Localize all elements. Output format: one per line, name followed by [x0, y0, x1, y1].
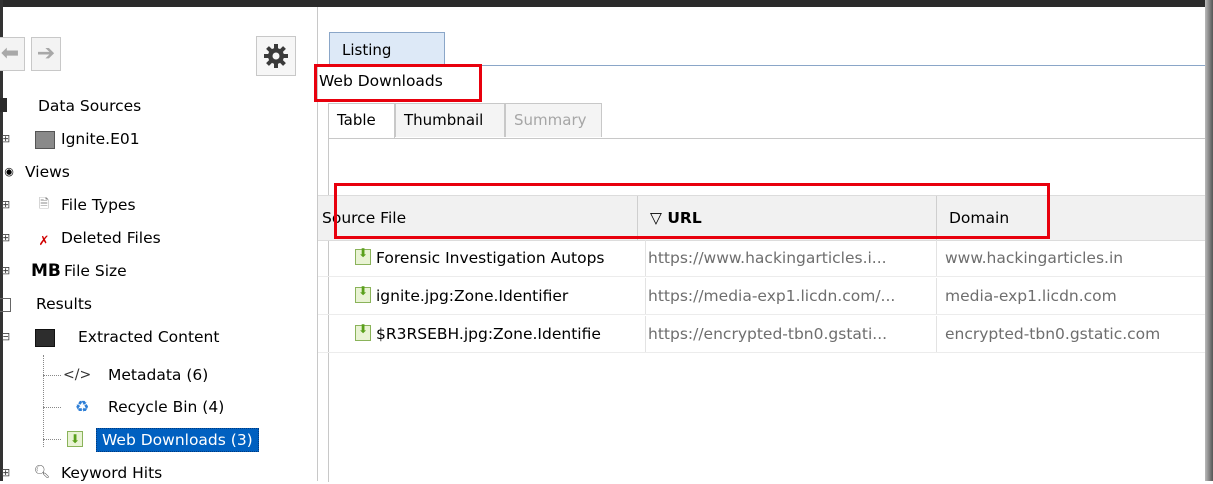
- download-icon: [67, 428, 83, 450]
- cell-url: https://www.hackingarticles.i...: [646, 240, 937, 276]
- highlight-box-title: [314, 64, 482, 102]
- cell-source-file: $R3RSEBH.jpg:Zone.Identifie: [376, 316, 646, 352]
- cell-source-file: ignite.jpg:Zone.Identifier: [376, 278, 646, 314]
- cell-source-file: Forensic Investigation Autops: [376, 240, 646, 276]
- tree-node-ignite-e01[interactable]: ⊞ Ignite.E01: [1, 128, 303, 150]
- back-arrow-icon: ⬅: [0, 41, 20, 66]
- file-size-icon: MB: [31, 261, 61, 281]
- tree-label: Recycle Bin (4): [108, 398, 225, 416]
- download-icon: [355, 284, 371, 303]
- tab-listing-label: Listing: [342, 41, 392, 59]
- tree-node-web-downloads[interactable]: Web Downloads (3): [3, 428, 303, 452]
- table-row[interactable]: ignite.jpg:Zone.Identifier https://media…: [318, 278, 1205, 315]
- tree-node-deleted-files[interactable]: ⊞ ✗ Deleted Files: [1, 227, 303, 249]
- tree-label: Results: [36, 295, 92, 313]
- tree-label: Metadata (6): [108, 366, 209, 384]
- tab-listing[interactable]: Listing: [329, 32, 445, 66]
- tree-node-results[interactable]: Results: [0, 293, 303, 315]
- tree-label: File Types: [61, 196, 136, 214]
- tree-label: Deleted Files: [61, 229, 161, 247]
- cell-domain: www.hackingarticles.in: [945, 249, 1124, 267]
- tree-node-file-types[interactable]: ⊞ 🗎 File Types: [1, 194, 303, 216]
- forward-button[interactable]: ➔: [31, 37, 61, 71]
- cell-domain: encrypted-tbn0.gstatic.com: [945, 325, 1161, 343]
- cell-domain: media-exp1.licdn.com: [945, 287, 1117, 305]
- tree-label-selected: Web Downloads (3): [96, 428, 259, 452]
- search-icon: 🔍︎: [33, 465, 51, 480]
- tree-node-metadata[interactable]: </> Metadata (6): [3, 364, 303, 386]
- navigation-panel: ⬅ ➔ Data Sources ⊞ Ignite.E01 ◉ Views ⊞ …: [0, 7, 318, 482]
- settings-button[interactable]: [256, 36, 296, 76]
- tab-table[interactable]: Table: [328, 103, 395, 139]
- code-tags-icon: </>: [63, 367, 92, 383]
- collapse-icon[interactable]: ⊟: [1, 326, 10, 348]
- expand-icon[interactable]: ⊞: [1, 128, 10, 150]
- deleted-files-icon: ✗: [38, 234, 50, 249]
- tree-label: Views: [25, 163, 70, 181]
- table-row[interactable]: $R3RSEBH.jpg:Zone.Identifie https://encr…: [318, 316, 1205, 353]
- extracted-content-icon: [35, 329, 55, 347]
- tree-label: Extracted Content: [78, 328, 220, 346]
- cell-url: https://encrypted-tbn0.gstati...: [646, 316, 937, 352]
- tree-node-file-size[interactable]: ⊞ MB File Size: [1, 260, 303, 282]
- back-button[interactable]: ⬅: [0, 37, 25, 71]
- file-types-icon: 🗎: [38, 197, 50, 212]
- window-top-edge: [0, 0, 1213, 7]
- recycle-bin-icon: ♻: [74, 397, 90, 416]
- tab-label: Thumbnail: [404, 111, 484, 129]
- cell-url: https://media-exp1.licdn.com/...: [646, 278, 937, 314]
- tree-node-extracted-content[interactable]: ⊟ Extracted Content: [1, 326, 303, 348]
- window-right-edge: [1205, 0, 1213, 481]
- tab-label: Summary: [514, 111, 587, 129]
- highlight-box-columns: [334, 183, 1050, 239]
- tree-label: Ignite.E01: [61, 130, 140, 148]
- tree-node-data-sources[interactable]: Data Sources: [0, 95, 303, 117]
- expand-icon[interactable]: ⊞: [1, 194, 10, 216]
- views-icon: ◉: [4, 165, 14, 178]
- gear-icon: [264, 44, 288, 68]
- tab-label: Table: [337, 111, 376, 129]
- tab-summary[interactable]: Summary: [505, 103, 602, 137]
- download-icon: [355, 322, 371, 341]
- disk-image-icon: [35, 131, 55, 149]
- database-icon: [0, 98, 7, 112]
- tab-thumbnail[interactable]: Thumbnail: [395, 103, 505, 137]
- expand-icon[interactable]: ⊞: [1, 260, 10, 282]
- tree-node-recycle-bin[interactable]: ♻ Recycle Bin (4): [3, 396, 303, 418]
- expand-icon[interactable]: ⊞: [1, 227, 10, 249]
- tree-label: Data Sources: [38, 97, 142, 115]
- forward-arrow-icon: ➔: [36, 41, 56, 66]
- table-row[interactable]: Forensic Investigation Autops https://ww…: [318, 240, 1205, 277]
- results-icon: [0, 298, 11, 312]
- download-icon: [355, 246, 371, 265]
- content-panel: Listing Web Downloads Table Thumbnail Su…: [314, 7, 1206, 482]
- tree-node-views[interactable]: ◉ Views: [3, 161, 303, 183]
- tree-label: File Size: [64, 262, 127, 280]
